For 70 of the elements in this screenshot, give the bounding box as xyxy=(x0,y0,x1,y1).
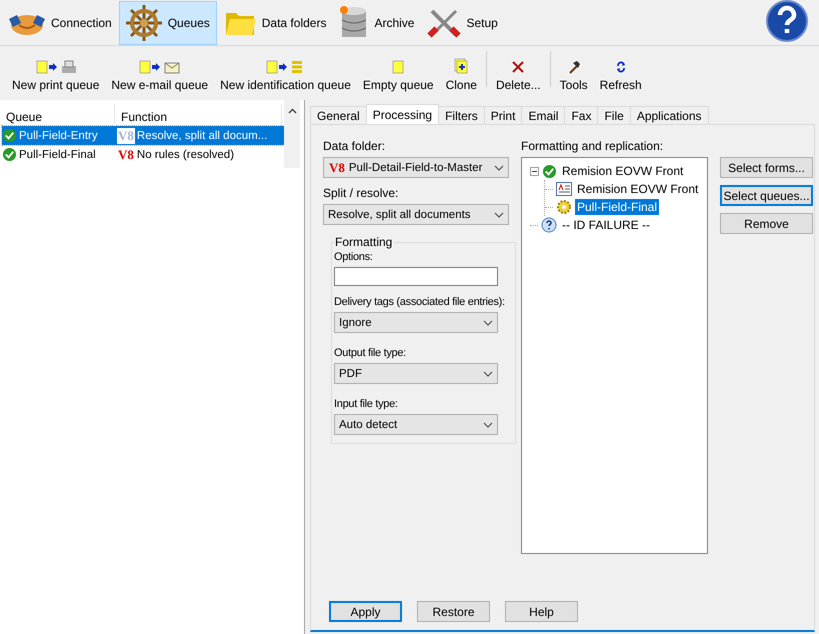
dropdown[interactable]: Auto detect xyxy=(334,414,498,435)
toolbar-button[interactable]: Refresh xyxy=(594,60,648,92)
toolbar-button[interactable]: New identification queue xyxy=(214,60,357,92)
tab[interactable]: Processing xyxy=(366,104,440,124)
field-label: Delivery tags (associated file entries): xyxy=(334,296,505,308)
dropdown[interactable]: PDF xyxy=(334,363,498,384)
form-icon xyxy=(556,182,572,196)
queue-name: Pull-Field-Final xyxy=(19,148,96,160)
field-label: Data folder: xyxy=(323,139,386,153)
queue-name: Pull-Field-Entry xyxy=(19,130,98,142)
toolbar-button[interactable]: New e-mail queue xyxy=(105,60,214,92)
scroll-up-icon xyxy=(288,108,296,114)
queue-function: Resolve, split all docum... xyxy=(136,130,268,142)
check-icon xyxy=(542,164,557,178)
queue-row[interactable]: Pull-Field-Final V8 No rules (resolved) xyxy=(2,145,284,164)
document-icon xyxy=(392,60,404,74)
collapse-icon[interactable] xyxy=(530,166,539,176)
chevron-down-icon xyxy=(494,212,504,218)
field-label: Options: xyxy=(334,251,374,263)
add-document-icon xyxy=(454,58,468,74)
toolbar-button[interactable]: Empty queue xyxy=(356,60,440,92)
queue-row[interactable]: Pull-Field-Entry V8 Resolve, split all docum... xyxy=(2,126,284,145)
doc-to-printer-icon xyxy=(36,60,76,74)
chevron-down-icon xyxy=(483,422,493,428)
action-button[interactable]: Apply xyxy=(329,601,402,622)
version-label: V8 xyxy=(328,160,346,176)
chevron-down-icon xyxy=(483,320,493,326)
action-button[interactable]: Select queues... xyxy=(720,185,813,206)
field-label: Formatting and replication: xyxy=(521,139,664,153)
nav-tab[interactable]: Archive xyxy=(333,0,422,44)
toolbar-button[interactable]: Tools xyxy=(554,60,594,92)
chevron-down-icon xyxy=(494,164,504,170)
dropdown[interactable]: V8 Pull-Detail-Field-to-Master xyxy=(323,157,509,178)
help-icon xyxy=(765,0,809,43)
field-label: Output file type: xyxy=(334,347,407,359)
version-label: V8 xyxy=(117,128,135,144)
tab[interactable]: General xyxy=(310,106,367,124)
nav-tab[interactable]: Setup xyxy=(421,0,505,44)
gear-icon xyxy=(556,199,572,215)
delete-icon xyxy=(511,60,526,74)
group-title: Formatting xyxy=(334,235,394,249)
nav-tab[interactable]: Connection xyxy=(2,0,119,44)
tree-item[interactable]: Remision EOVW Front xyxy=(560,163,686,179)
hammer-icon xyxy=(566,60,581,74)
action-button[interactable]: Help xyxy=(505,601,578,622)
action-button[interactable]: Restore xyxy=(417,601,490,622)
action-button[interactable]: Select forms... xyxy=(720,157,813,178)
doc-to-envelope-icon xyxy=(138,60,181,74)
doc-to-list-icon xyxy=(266,60,304,74)
chevron-down-icon xyxy=(483,370,493,376)
action-button[interactable]: Remove xyxy=(720,213,813,234)
queue-function: No rules (resolved) xyxy=(136,148,234,160)
dropdown[interactable]: Ignore xyxy=(334,312,498,333)
nav-tab[interactable]: Queues xyxy=(118,0,217,44)
field-label: Split / resolve: xyxy=(323,186,400,200)
input-field[interactable] xyxy=(334,267,498,286)
toolbar-button[interactable]: Clone xyxy=(440,58,483,92)
refresh-icon xyxy=(614,60,627,74)
tree-item[interactable]: Pull-Field-Final xyxy=(575,199,660,215)
dropdown[interactable]: Resolve, split all documents xyxy=(323,204,509,225)
field-label: Input file type: xyxy=(334,398,399,410)
tab[interactable]: Applications xyxy=(630,106,709,124)
question-icon xyxy=(541,217,557,233)
tree-item[interactable]: -- ID FAILURE -- xyxy=(560,217,652,233)
nav-tab[interactable]: Data folders xyxy=(216,0,334,44)
toolbar-button[interactable]: Delete... xyxy=(490,60,547,92)
ship-wheel-icon xyxy=(124,2,164,42)
version-label: V8 xyxy=(117,146,135,162)
toolbar-button[interactable]: New print queue xyxy=(6,60,106,92)
tree-item[interactable]: Remision EOVW Front xyxy=(575,181,700,197)
